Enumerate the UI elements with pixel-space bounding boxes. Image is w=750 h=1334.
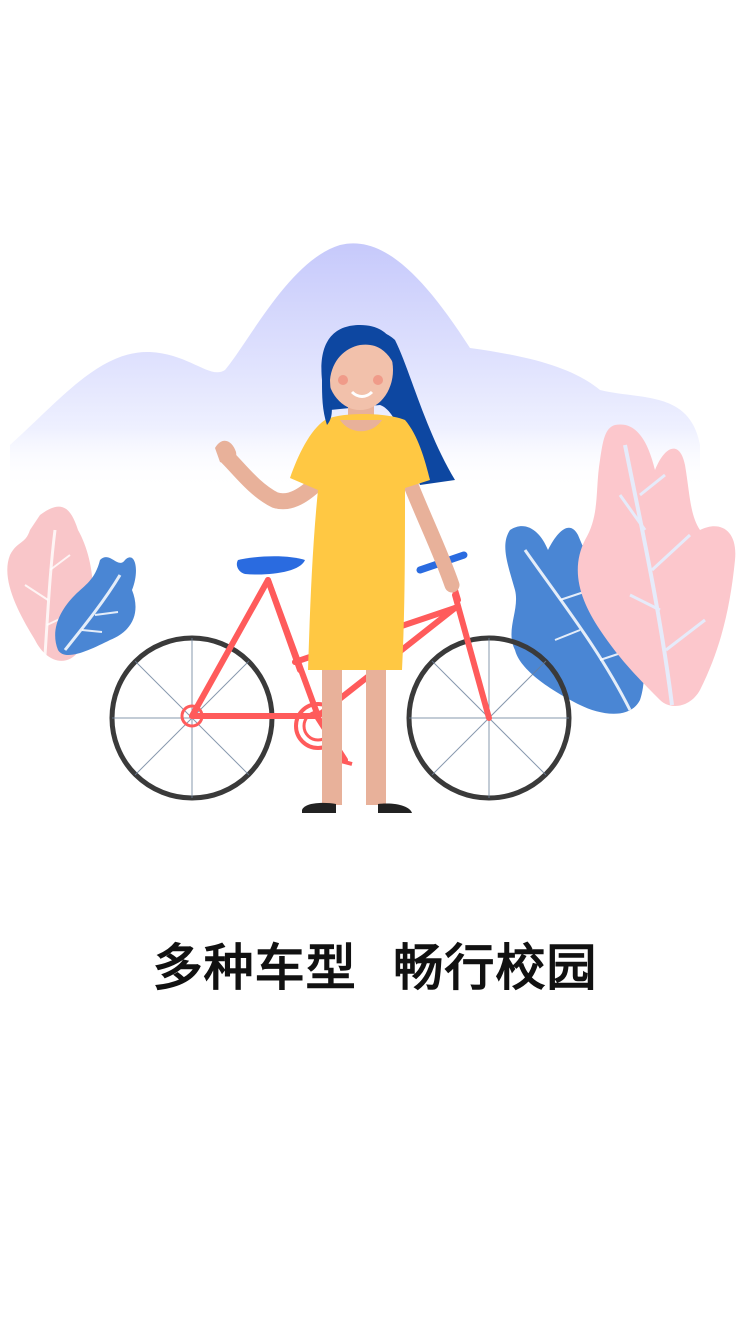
bike-seat [236, 556, 305, 575]
onboarding-screen: 多种车型 畅行校园 [0, 0, 750, 1334]
yellow-dress [290, 414, 430, 670]
girl-with-bicycle-illustration [0, 230, 750, 830]
tagline-text: 多种车型 畅行校园 [152, 939, 598, 997]
